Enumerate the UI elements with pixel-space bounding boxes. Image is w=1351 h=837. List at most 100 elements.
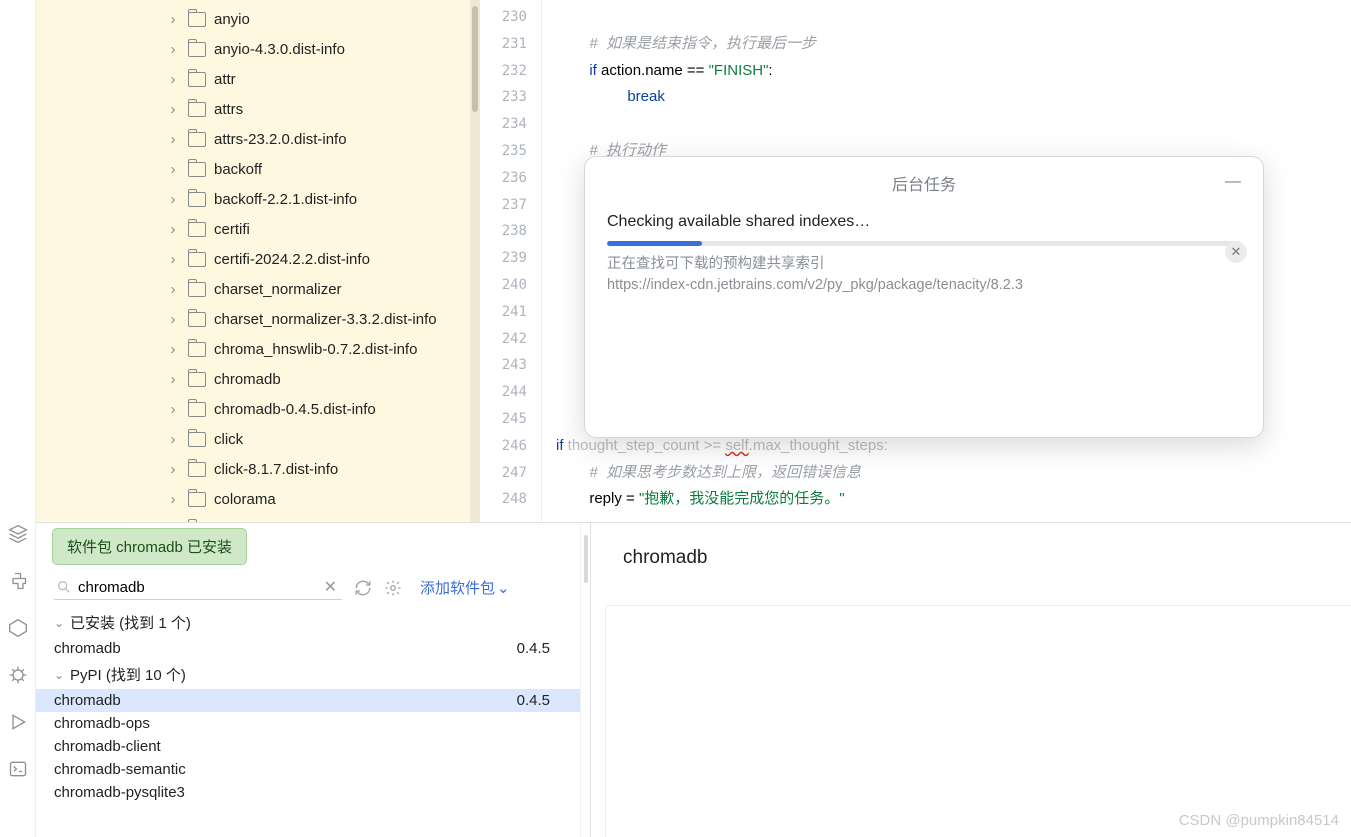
folder-icon (188, 132, 206, 147)
tree-item[interactable]: › chromadb (36, 364, 470, 394)
line-number: 233 (480, 84, 527, 111)
tree-item[interactable]: ›.4.6.dist-info (36, 514, 470, 522)
package-section[interactable]: ⌄已安装 (找到 1 个) (36, 608, 580, 637)
refresh-icon[interactable] (354, 579, 372, 597)
line-number: 245 (480, 406, 527, 433)
clear-search-icon[interactable]: ✕ (321, 577, 340, 597)
folder-icon (188, 12, 206, 27)
package-search[interactable]: ✕ (54, 575, 342, 600)
package-name: chromadb (54, 640, 121, 657)
tree-item[interactable]: › backoff-2.2.1.dist-info (36, 184, 470, 214)
folder-icon (188, 252, 206, 267)
line-number: 239 (480, 245, 527, 272)
folder-icon (188, 222, 206, 237)
package-row[interactable]: chromadb0.4.5 (36, 689, 580, 712)
chevron-right-icon: › (168, 401, 178, 418)
chevron-right-icon: › (168, 131, 178, 148)
tree-item-label: anyio (214, 11, 250, 28)
folder-icon (188, 42, 206, 57)
code-comment: # 如果是结束指令，执行最后一步 (589, 35, 816, 52)
project-tree[interactable]: ›anyio›anyio-4.3.0.dist-info›attr›attrs›… (36, 0, 470, 522)
package-row[interactable]: chromadb-ops (36, 712, 580, 735)
tree-item-label: attrs (214, 101, 243, 118)
tree-item[interactable]: ›anyio-4.3.0.dist-info (36, 34, 470, 64)
terminal-icon[interactable] (8, 759, 28, 784)
gear-icon[interactable] (384, 579, 402, 597)
tree-item[interactable]: ›click-8.1.7.dist-info (36, 454, 470, 484)
package-row[interactable]: chromadb 0.4.5 (36, 637, 580, 660)
add-package-button[interactable]: 添加软件包 ⌄ (420, 577, 510, 598)
tree-item[interactable]: › attrs (36, 94, 470, 124)
folder-icon (188, 312, 206, 327)
tree-item[interactable]: ›attrs-23.2.0.dist-info (36, 124, 470, 154)
tree-item-label: certifi-2024.2.2.dist-info (214, 251, 370, 268)
line-number: 230 (480, 4, 527, 31)
package-row[interactable]: chromadb-client (36, 735, 580, 758)
package-name: chromadb (54, 692, 121, 709)
folder-icon (188, 72, 206, 87)
package-section[interactable]: ⌄PyPI (找到 10 个) (36, 660, 580, 689)
tree-item[interactable]: ›colorama (36, 484, 470, 514)
panel-divider[interactable] (580, 523, 590, 837)
progress-bar (607, 241, 1241, 246)
tree-item[interactable]: › chroma_hnswlib-0.7.2.dist-info (36, 334, 470, 364)
package-row[interactable]: chromadb-semantic (36, 758, 580, 781)
tree-item[interactable]: ›click (36, 424, 470, 454)
packages-icon[interactable] (8, 524, 28, 549)
minimize-icon[interactable]: — (1225, 173, 1241, 191)
package-row[interactable]: chromadb-pysqlite3 (36, 781, 580, 804)
chevron-right-icon: › (168, 251, 178, 268)
python-icon[interactable] (8, 571, 28, 596)
package-version: 0.4.5 (517, 640, 550, 657)
line-number: 248 (480, 486, 527, 513)
package-detail-title: chromadb (591, 523, 1351, 569)
tree-item-label: click (214, 431, 243, 448)
line-number: 240 (480, 272, 527, 299)
cancel-task-icon[interactable]: ✕ (1225, 241, 1247, 263)
chevron-right-icon: › (168, 281, 178, 298)
tree-item[interactable]: ›attr (36, 64, 470, 94)
chevron-right-icon: › (168, 341, 178, 358)
tree-item-label: anyio-4.3.0.dist-info (214, 41, 345, 58)
line-number: 236 (480, 165, 527, 192)
search-input[interactable] (78, 579, 321, 596)
debug-icon[interactable] (8, 665, 28, 690)
chevron-right-icon: › (168, 311, 178, 328)
chevron-right-icon: › (168, 101, 178, 118)
chevron-right-icon: › (168, 11, 178, 28)
chevron-down-icon: ⌄ (497, 579, 510, 597)
package-detail: chromadb (590, 523, 1351, 837)
tree-item-label: chroma_hnswlib-0.7.2.dist-info (214, 341, 417, 358)
folder-icon (188, 372, 206, 387)
background-tasks-popup: 后台任务— Checking available shared indexes…… (584, 156, 1264, 438)
task-title: Checking available shared indexes… (607, 213, 1241, 231)
line-number: 232 (480, 58, 527, 85)
services-icon[interactable] (8, 618, 28, 643)
tree-item[interactable]: ›certifi (36, 214, 470, 244)
chevron-right-icon: › (168, 191, 178, 208)
project-tree-scrollbar[interactable] (470, 0, 480, 522)
folder-icon (188, 102, 206, 117)
watermark: CSDN @pumpkin84514 (1179, 812, 1339, 829)
chevron-right-icon: › (168, 161, 178, 178)
line-number: 247 (480, 460, 527, 487)
line-number: 237 (480, 192, 527, 219)
folder-icon (188, 282, 206, 297)
tree-item[interactable]: ›backoff (36, 154, 470, 184)
run-icon[interactable] (8, 712, 28, 737)
tree-item[interactable]: › anyio (36, 4, 470, 34)
chevron-down-icon: ⌄ (54, 668, 66, 682)
tree-item[interactable]: ›charset_normalizer (36, 274, 470, 304)
tree-item-label: chromadb (214, 371, 281, 388)
tree-item[interactable]: › certifi-2024.2.2.dist-info (36, 244, 470, 274)
package-name: chromadb-ops (54, 715, 150, 732)
package-list: ⌄已安装 (找到 1 个) chromadb 0.4.5 ⌄PyPI (找到 10 个… (36, 608, 580, 837)
folder-icon (188, 192, 206, 207)
tree-item[interactable]: ›charset_normalizer-3.3.2.dist-info (36, 304, 470, 334)
tree-item[interactable]: ›chromadb-0.4.5.dist-info (36, 394, 470, 424)
tree-item-label: backoff-2.2.1.dist-info (214, 191, 357, 208)
tree-item-label: attr (214, 71, 236, 88)
scrollbar-thumb[interactable] (472, 6, 478, 112)
python-packages-panel: Python 软件包 ✕ 添加软件包 ⌄ ⌄已安装 (找到 1 个)chroma… (36, 522, 1351, 837)
chevron-right-icon: › (168, 371, 178, 388)
